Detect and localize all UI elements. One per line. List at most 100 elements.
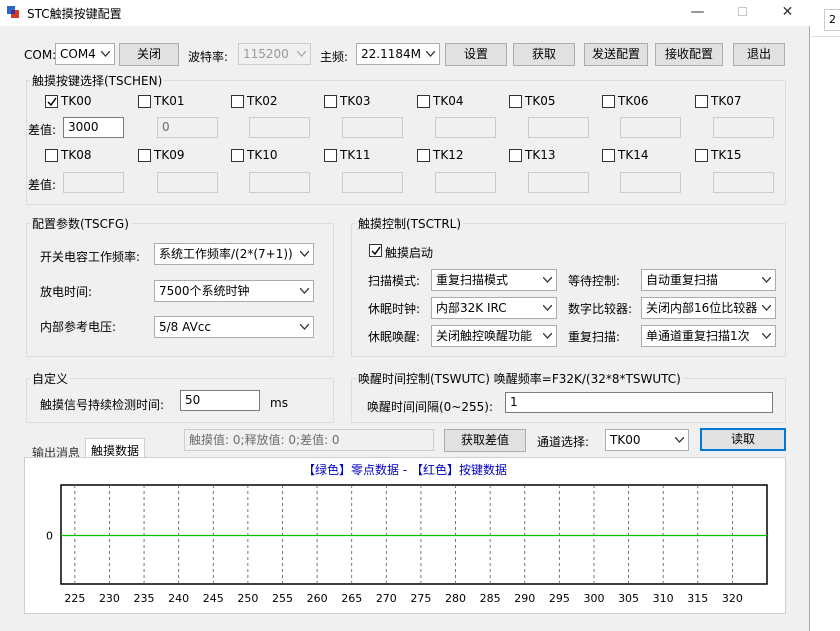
channel-select[interactable]: TK00 (605, 429, 689, 451)
y-tick-label: 0 (46, 530, 53, 543)
sleep-clock-label: 休眠时钟: (368, 302, 421, 316)
minimize-button[interactable]: — (675, 0, 720, 26)
sleep-clock-select[interactable]: 内部32K IRC (431, 297, 557, 319)
exit-button[interactable]: 退出 (733, 43, 785, 66)
maximize-button[interactable]: ☐ (720, 0, 765, 26)
cap-freq-select[interactable]: 系统工作频率/(2*(7+1)) (154, 243, 314, 265)
tk-checkbox[interactable] (324, 149, 337, 162)
freq-select[interactable]: 22.1184MH (356, 43, 440, 65)
send-config-button[interactable]: 发送配置 (584, 43, 648, 66)
channel-label: 通道选择: (537, 435, 590, 449)
repeat-scan-label: 重复扫描: (568, 330, 621, 344)
tk-diff-input[interactable] (249, 172, 310, 193)
tk-checkbox[interactable] (417, 149, 430, 162)
tk-checkbox[interactable] (45, 95, 58, 108)
tswutc-title: 唤醒时间控制(TSWUTC) 唤醒频率=F32K/(32*8*TSWUTC) (356, 370, 683, 387)
tsctrl-title: 触摸控制(TSCTRL) (356, 215, 464, 232)
comparator-select[interactable]: 关闭内部16位比较器 (641, 297, 776, 319)
baud-select[interactable]: 115200 (238, 43, 311, 65)
scan-mode-select[interactable]: 重复扫描模式 (431, 269, 557, 291)
discharge-select[interactable]: 7500个系统时钟 (154, 280, 314, 302)
tk-checkbox[interactable] (509, 95, 522, 108)
app-window: STC触摸按键配置 — ☐ ✕ COM: COM4 关闭 波特率: 115200… (0, 0, 810, 631)
x-tick-label: 290 (514, 592, 535, 605)
tk-checkbox[interactable] (45, 149, 58, 162)
tk-diff-input[interactable] (63, 172, 124, 193)
chevron-down-icon (762, 333, 771, 339)
x-tick-label: 320 (722, 592, 743, 605)
wait-select[interactable]: 自动重复扫描 (641, 269, 776, 291)
tk-diff-input[interactable] (342, 172, 403, 193)
comparator-value: 关闭内部16位比较器 (646, 301, 758, 315)
tk-diff-input[interactable] (620, 117, 681, 138)
vref-label: 内部参考电压: (40, 320, 117, 334)
tk-diff-input[interactable]: 3000 (63, 117, 124, 138)
tk-label: TK12 (433, 148, 464, 162)
tk-diff-input[interactable] (435, 117, 496, 138)
tk-checkbox[interactable] (695, 95, 708, 108)
tk-checkbox[interactable] (602, 149, 615, 162)
comparator-label: 数字比较器: (568, 302, 633, 316)
touch-data-chart: 【绿色】零点数据 - 【红色】按键数据 225 230 235 240 245 250 25… (24, 457, 786, 614)
tab-touch-data[interactable]: 触摸数据 (85, 438, 146, 458)
freq-value: 22.1184MH (361, 47, 430, 61)
repeat-scan-value: 单通道重复扫描1次 (646, 329, 750, 343)
diff-label: 差值: (28, 123, 57, 137)
plot-frame (60, 484, 768, 585)
x-tick-label: 295 (549, 592, 570, 605)
x-tick-label: 310 (653, 592, 674, 605)
tk-checkbox[interactable] (231, 95, 244, 108)
vref-value: 5/8 AVcc (159, 320, 211, 334)
get-button[interactable]: 获取 (513, 43, 575, 66)
tk-diff-input[interactable] (713, 172, 774, 193)
wakeup-label: 休眠唤醒: (368, 330, 421, 344)
tk-diff-input[interactable] (528, 117, 589, 138)
cap-freq-value: 系统工作频率/(2*(7+1)) (159, 247, 293, 261)
detect-time-input[interactable]: 50 (180, 390, 260, 411)
close-port-button[interactable]: 关闭 (119, 43, 179, 66)
close-window-button[interactable]: ✕ (765, 0, 810, 26)
tk-checkbox[interactable] (695, 149, 708, 162)
tk-diff-input[interactable] (713, 117, 774, 138)
wait-label: 等待控制: (568, 274, 621, 288)
cap-freq-label: 开关电容工作频率: (40, 250, 141, 264)
tk-checkbox[interactable] (231, 149, 244, 162)
tk-diff-input[interactable]: 0 (157, 117, 218, 138)
tk-checkbox[interactable] (509, 149, 522, 162)
window-title: STC触摸按键配置 (27, 7, 122, 21)
tk-checkbox[interactable] (602, 95, 615, 108)
tk-checkbox[interactable] (417, 95, 430, 108)
tk-diff-input[interactable] (620, 172, 681, 193)
detect-time-unit: ms (270, 396, 288, 410)
repeat-scan-select[interactable]: 单通道重复扫描1次 (641, 325, 776, 347)
chart-title: 【绿色】零点数据 - 【红色】按键数据 (303, 462, 507, 477)
touch-enable-checkbox[interactable] (369, 244, 382, 257)
tk-checkbox[interactable] (324, 95, 337, 108)
background-tab[interactable]: 2 (824, 9, 840, 31)
x-tick-label: 245 (203, 592, 224, 605)
wakeup-select[interactable]: 关闭触控唤醒功能 (431, 325, 557, 347)
chevron-down-icon (300, 324, 309, 330)
set-button[interactable]: 设置 (445, 43, 507, 66)
tk-checkbox[interactable] (138, 149, 151, 162)
get-diff-button[interactable]: 获取差值 (444, 429, 526, 452)
tk-diff-input[interactable] (528, 172, 589, 193)
title-bar: STC触摸按键配置 — ☐ ✕ (0, 0, 810, 26)
read-button[interactable]: 读取 (700, 428, 786, 451)
tk-diff-input[interactable] (157, 172, 218, 193)
tk-label: TK04 (433, 94, 464, 108)
receive-config-button[interactable]: 接收配置 (655, 43, 723, 66)
chevron-down-icon (543, 277, 552, 283)
tk-diff-input[interactable] (435, 172, 496, 193)
x-tick-label: 240 (168, 592, 189, 605)
tk-diff-input[interactable] (342, 117, 403, 138)
wake-interval-input[interactable]: 1 (505, 392, 773, 413)
tk-label: TK06 (618, 94, 649, 108)
x-tick-label: 270 (376, 592, 397, 605)
tk-checkbox[interactable] (138, 95, 151, 108)
tk-diff-input[interactable] (249, 117, 310, 138)
vref-select[interactable]: 5/8 AVcc (154, 316, 314, 338)
com-select[interactable]: COM4 (55, 43, 115, 65)
x-tick-label: 260 (307, 592, 328, 605)
tscfg-title: 配置参数(TSCFG) (30, 215, 131, 232)
